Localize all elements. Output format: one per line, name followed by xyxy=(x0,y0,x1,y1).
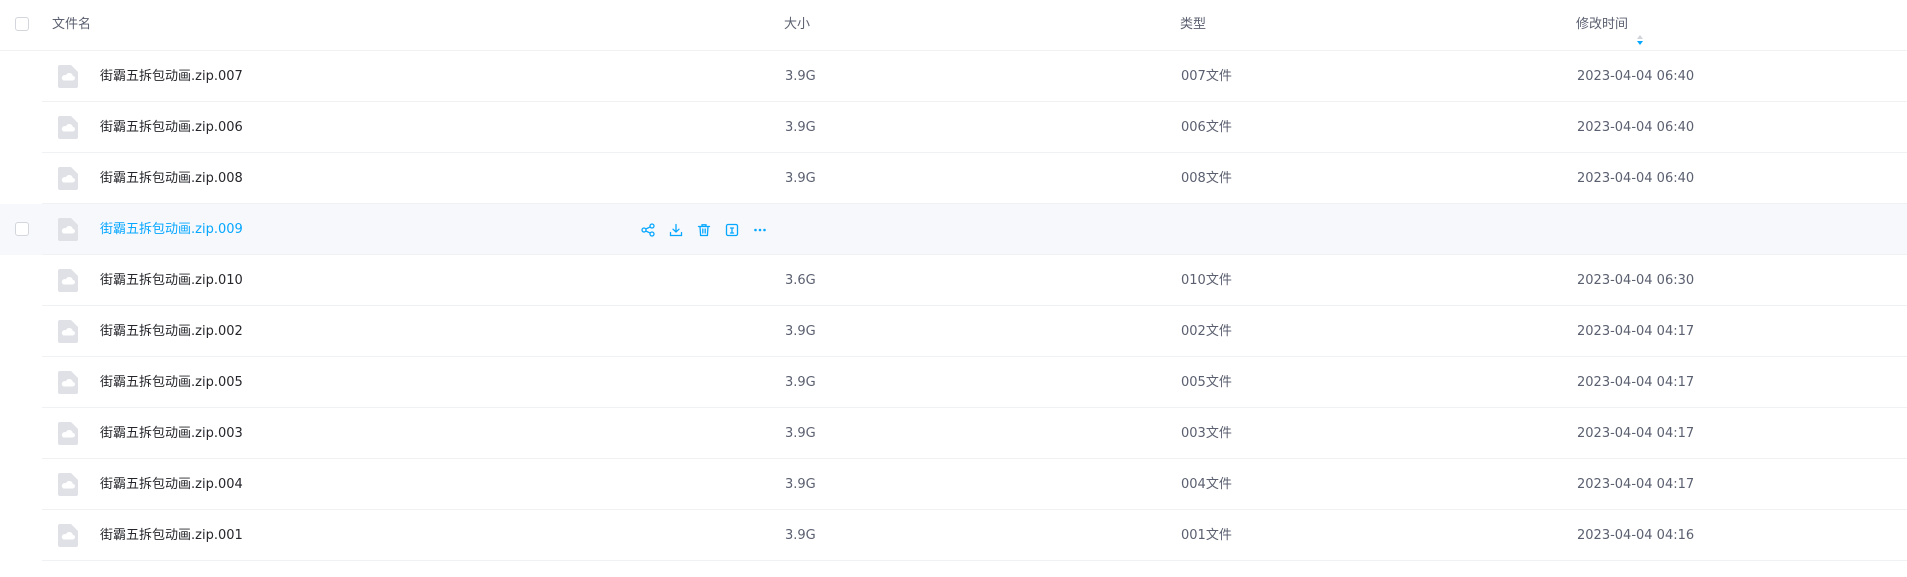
file-name[interactable]: 街霸五拆包动画.zip.004 xyxy=(100,459,243,510)
sort-desc-icon[interactable] xyxy=(1636,18,1644,45)
file-icon xyxy=(58,218,78,241)
file-list-table: 文件名 大小 类型 修改时间 街霸五拆包动画.zip.007 3.9G 007文件 2… xyxy=(0,0,1907,577)
file-name[interactable]: 街霸五拆包动画.zip.010 xyxy=(100,255,243,306)
file-icon xyxy=(58,167,78,190)
file-name[interactable]: 街霸五拆包动画.zip.008 xyxy=(100,153,243,204)
file-modified: 2023-04-04 04:16 xyxy=(1577,528,1695,543)
file-name[interactable]: 街霸五拆包动画.zip.007 xyxy=(100,51,243,102)
file-icon xyxy=(58,116,78,139)
file-type: 005文件 xyxy=(1181,375,1232,390)
table-row[interactable]: 街霸五拆包动画.zip.008 3.9G 008文件 2023-04-04 06:40 xyxy=(0,153,1907,204)
more-icon[interactable] xyxy=(752,222,768,238)
file-icon xyxy=(58,524,78,547)
file-name[interactable]: 街霸五拆包动画.zip.003 xyxy=(100,408,243,459)
file-modified: 2023-04-04 04:17 xyxy=(1577,477,1695,492)
table-header: 文件名 大小 类型 修改时间 xyxy=(0,0,1907,51)
file-size: 3.9G xyxy=(785,120,816,135)
file-name[interactable]: 街霸五拆包动画.zip.001 xyxy=(100,510,243,561)
column-header-type[interactable]: 类型 xyxy=(1180,0,1206,50)
table-row[interactable]: 街霸五拆包动画.zip.007 3.9G 007文件 2023-04-04 06:40 xyxy=(0,51,1907,102)
file-size: 3.9G xyxy=(785,324,816,339)
file-modified: 2023-04-04 06:30 xyxy=(1577,273,1695,288)
file-size: 3.9G xyxy=(785,375,816,390)
column-header-modified-label: 修改时间 xyxy=(1576,17,1629,32)
file-type: 006文件 xyxy=(1181,120,1232,135)
file-name[interactable]: 街霸五拆包动画.zip.006 xyxy=(100,102,243,153)
file-size: 3.9G xyxy=(785,171,816,186)
column-header-size[interactable]: 大小 xyxy=(784,0,810,50)
file-name[interactable]: 街霸五拆包动画.zip.009 xyxy=(100,204,243,255)
file-name[interactable]: 街霸五拆包动画.zip.002 xyxy=(100,306,243,357)
table-row[interactable]: 街霸五拆包动画.zip.001 3.9G 001文件 2023-04-04 04:16 xyxy=(0,510,1907,561)
file-icon xyxy=(58,269,78,292)
table-row[interactable]: 街霸五拆包动画.zip.006 3.9G 006文件 2023-04-04 06:40 xyxy=(0,102,1907,153)
file-icon xyxy=(58,371,78,394)
file-icon xyxy=(58,320,78,343)
file-modified: 2023-04-04 04:17 xyxy=(1577,426,1695,441)
file-size: 3.6G xyxy=(785,273,816,288)
select-all-checkbox[interactable] xyxy=(15,17,29,31)
column-header-modified[interactable]: 修改时间 xyxy=(1576,0,1644,50)
row-divider xyxy=(42,560,1907,561)
file-name[interactable]: 街霸五拆包动画.zip.005 xyxy=(100,357,243,408)
file-size: 3.9G xyxy=(785,69,816,84)
file-modified: 2023-04-04 06:40 xyxy=(1577,171,1695,186)
file-type: 004文件 xyxy=(1181,477,1232,492)
file-modified: 2023-04-04 06:40 xyxy=(1577,120,1695,135)
table-row[interactable]: 街霸五拆包动画.zip.004 3.9G 004文件 2023-04-04 04:17 xyxy=(0,459,1907,510)
row-checkbox[interactable] xyxy=(15,222,29,236)
file-modified: 2023-04-04 06:40 xyxy=(1577,69,1695,84)
file-size: 3.9G xyxy=(785,528,816,543)
delete-icon[interactable] xyxy=(696,222,712,238)
file-icon xyxy=(58,65,78,88)
file-modified: 2023-04-04 04:17 xyxy=(1577,375,1695,390)
info-icon[interactable] xyxy=(724,222,740,238)
table-row[interactable]: 街霸五拆包动画.zip.009 xyxy=(0,204,1907,255)
column-header-name[interactable]: 文件名 xyxy=(52,0,91,50)
file-type: 001文件 xyxy=(1181,528,1232,543)
file-type: 008文件 xyxy=(1181,171,1232,186)
file-type: 007文件 xyxy=(1181,69,1232,84)
file-type: 002文件 xyxy=(1181,324,1232,339)
row-actions xyxy=(640,204,780,255)
file-type: 003文件 xyxy=(1181,426,1232,441)
download-icon[interactable] xyxy=(668,222,684,238)
table-row[interactable]: 街霸五拆包动画.zip.010 3.6G 010文件 2023-04-04 06:30 xyxy=(0,255,1907,306)
file-icon xyxy=(58,422,78,445)
table-row[interactable]: 街霸五拆包动画.zip.003 3.9G 003文件 2023-04-04 04:17 xyxy=(0,408,1907,459)
file-size: 3.9G xyxy=(785,477,816,492)
share-icon[interactable] xyxy=(640,222,656,238)
file-icon xyxy=(58,473,78,496)
file-type: 010文件 xyxy=(1181,273,1232,288)
table-row[interactable]: 街霸五拆包动画.zip.002 3.9G 002文件 2023-04-04 04:17 xyxy=(0,306,1907,357)
file-size: 3.9G xyxy=(785,426,816,441)
table-row[interactable]: 街霸五拆包动画.zip.005 3.9G 005文件 2023-04-04 04:17 xyxy=(0,357,1907,408)
file-modified: 2023-04-04 04:17 xyxy=(1577,324,1695,339)
